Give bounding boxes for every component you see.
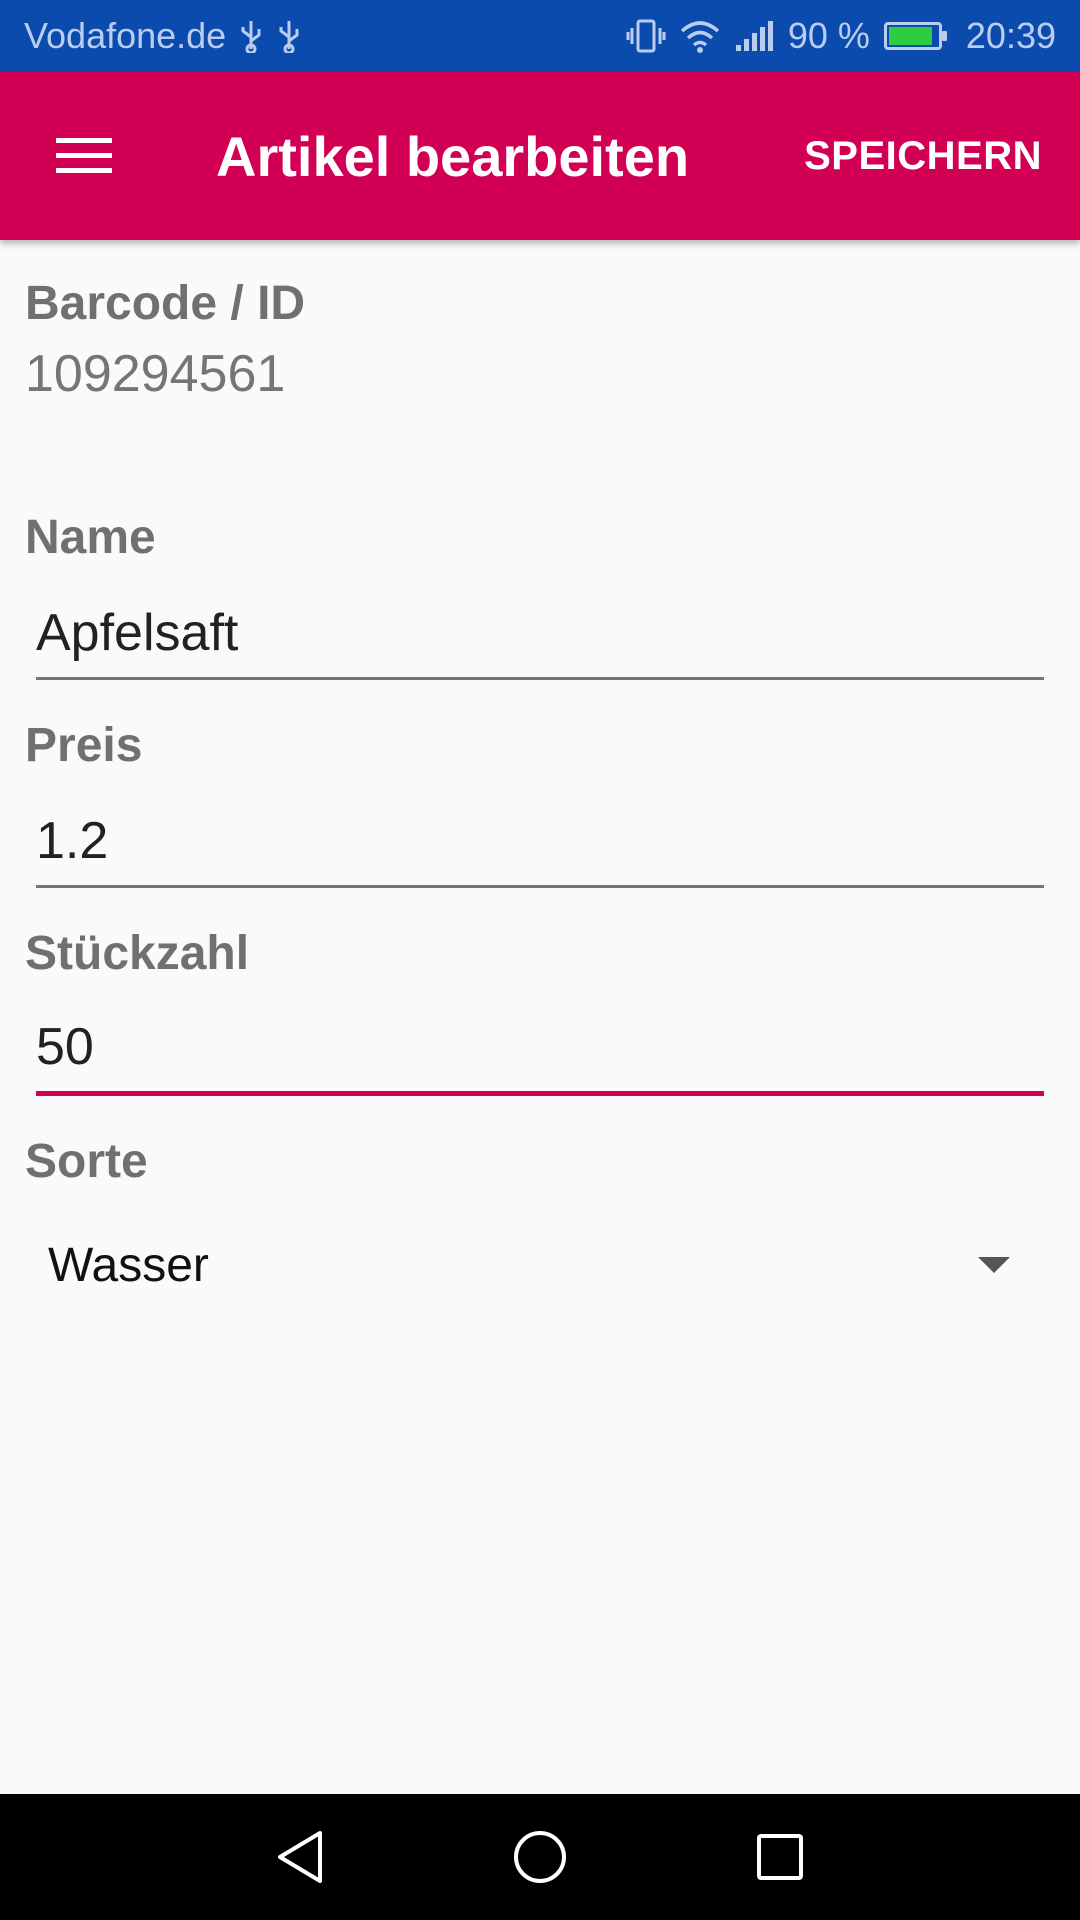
app-bar: Artikel bearbeiten SPEICHERN	[0, 72, 1080, 240]
recents-icon[interactable]	[735, 1812, 825, 1902]
carrier-name: Vodafone.de	[24, 15, 227, 56]
status-right: 90 % 20:39	[626, 15, 1056, 57]
status-bar: Vodafone.de 90 % 20:39	[0, 0, 1080, 72]
hamburger-menu-icon[interactable]	[0, 72, 168, 240]
usb-icon	[276, 19, 302, 53]
barcode-value: 109294561	[25, 345, 286, 403]
quantity-label: Stückzahl	[25, 927, 250, 980]
battery-charging-icon	[883, 22, 947, 50]
name-label: Name	[25, 511, 156, 564]
kind-selected-value: Wasser	[48, 1238, 209, 1292]
navigation-bar	[0, 1794, 1080, 1920]
home-icon[interactable]	[495, 1812, 585, 1902]
page-title: Artikel bearbeiten	[216, 124, 690, 188]
kind-label: Sorte	[25, 1135, 148, 1188]
battery-level	[888, 27, 932, 45]
status-left: Vodafone.de	[24, 15, 626, 57]
wifi-icon	[680, 19, 720, 53]
vibrate-icon	[626, 18, 666, 54]
usb-icon	[238, 19, 264, 53]
kind-dropdown[interactable]: Wasser	[36, 1210, 1044, 1320]
quantity-field[interactable]	[36, 1000, 1044, 1096]
battery-percent: 90 %	[787, 15, 870, 56]
dropdown-arrow-icon	[978, 1257, 1010, 1273]
barcode-label: Barcode / ID	[25, 277, 306, 330]
price-field[interactable]	[36, 792, 1044, 888]
name-input[interactable]	[36, 603, 1044, 663]
price-input[interactable]	[36, 811, 1044, 871]
save-button[interactable]: SPEICHERN	[784, 134, 1080, 179]
signal-icon	[734, 19, 774, 53]
name-field[interactable]	[36, 584, 1044, 680]
clock: 20:39	[965, 15, 1056, 56]
quantity-input[interactable]	[36, 1017, 1044, 1077]
price-label: Preis	[25, 719, 143, 772]
back-icon[interactable]	[255, 1812, 345, 1902]
